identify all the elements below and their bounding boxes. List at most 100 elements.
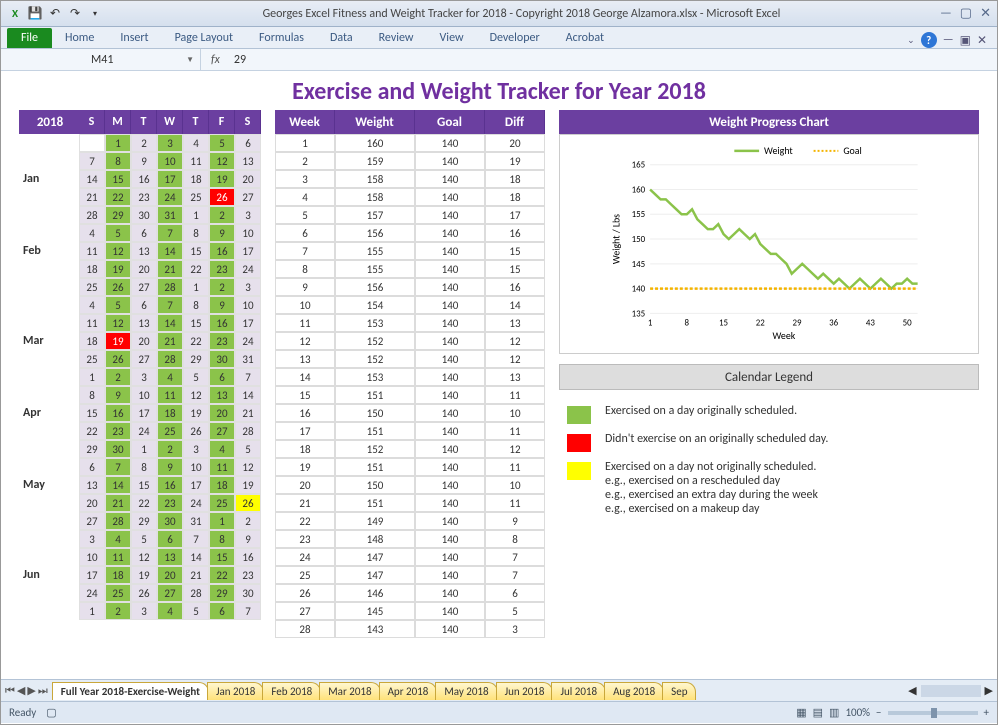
table-cell[interactable]: 157 [335, 206, 415, 224]
calendar-cell[interactable]: 11 [79, 242, 105, 260]
table-cell[interactable]: 140 [415, 566, 485, 584]
table-cell[interactable]: 148 [335, 530, 415, 548]
calendar-cell[interactable]: 16 [209, 242, 235, 260]
table-cell[interactable]: 154 [335, 296, 415, 314]
calendar-cell[interactable]: 26 [235, 494, 261, 512]
calendar-cell[interactable]: 14 [157, 242, 183, 260]
calendar-cell[interactable]: 11 [157, 386, 183, 404]
calendar-cell[interactable]: 23 [157, 494, 183, 512]
calendar-cell[interactable]: 17 [79, 566, 105, 584]
table-cell[interactable]: 153 [335, 368, 415, 386]
calendar-cell[interactable]: 5 [183, 602, 209, 620]
name-box[interactable]: M41 ▼ [1, 49, 201, 70]
calendar-cell[interactable]: 22 [131, 494, 157, 512]
calendar-cell[interactable]: 15 [209, 548, 235, 566]
calendar-cell[interactable]: 1 [183, 278, 209, 296]
calendar-cell[interactable]: 30 [105, 440, 131, 458]
zoom-slider[interactable] [888, 711, 978, 715]
table-cell[interactable]: 140 [415, 242, 485, 260]
calendar-cell[interactable]: 22 [79, 422, 105, 440]
table-cell[interactable]: 19 [485, 152, 545, 170]
table-cell[interactable]: 140 [415, 188, 485, 206]
calendar-cell[interactable]: 12 [105, 242, 131, 260]
table-cell[interactable]: 13 [485, 368, 545, 386]
table-cell[interactable]: 23 [275, 530, 335, 548]
table-cell[interactable]: 140 [415, 476, 485, 494]
calendar-cell[interactable]: 2 [157, 440, 183, 458]
close-button[interactable]: ✕ [980, 6, 991, 21]
calendar-cell[interactable]: 22 [183, 332, 209, 350]
table-cell[interactable]: 7 [275, 242, 335, 260]
table-cell[interactable]: 151 [335, 386, 415, 404]
ribbon-tab-page-layout[interactable]: Page Layout [162, 28, 246, 48]
table-cell[interactable]: 21 [275, 494, 335, 512]
table-cell[interactable]: 26 [275, 584, 335, 602]
calendar-cell[interactable]: 9 [235, 530, 261, 548]
calendar-cell[interactable]: 21 [157, 260, 183, 278]
calendar-cell[interactable]: 26 [183, 422, 209, 440]
calendar-cell[interactable]: 27 [209, 422, 235, 440]
table-cell[interactable]: 149 [335, 512, 415, 530]
maximize-button[interactable]: ▢ [960, 6, 972, 21]
calendar-cell[interactable]: 5 [105, 224, 131, 242]
qat-more-icon[interactable]: ▾ [87, 6, 103, 22]
calendar-cell[interactable]: 19 [105, 260, 131, 278]
calendar-cell[interactable]: 19 [131, 566, 157, 584]
calendar-cell[interactable]: 23 [235, 566, 261, 584]
calendar-cell[interactable]: 18 [209, 476, 235, 494]
calendar-cell[interactable]: 20 [131, 332, 157, 350]
macro-record-icon[interactable]: ▢ [46, 706, 56, 719]
table-cell[interactable]: 12 [485, 350, 545, 368]
table-cell[interactable]: 140 [415, 494, 485, 512]
calendar-cell[interactable]: 6 [131, 296, 157, 314]
calendar-cell[interactable]: 8 [209, 530, 235, 548]
table-cell[interactable]: 20 [275, 476, 335, 494]
calendar-cell[interactable]: 20 [79, 494, 105, 512]
calendar-cell[interactable]: 31 [235, 350, 261, 368]
horizontal-scrollbar[interactable] [921, 685, 981, 697]
calendar-cell[interactable]: 5 [235, 440, 261, 458]
table-cell[interactable]: 151 [335, 458, 415, 476]
table-cell[interactable]: 140 [415, 350, 485, 368]
table-cell[interactable]: 10 [485, 476, 545, 494]
calendar-cell[interactable]: 29 [183, 350, 209, 368]
tab-nav-prev-icon[interactable]: ◀ [17, 684, 25, 698]
calendar-cell[interactable]: 18 [157, 404, 183, 422]
table-cell[interactable]: 6 [275, 224, 335, 242]
calendar-cell[interactable]: 4 [157, 368, 183, 386]
calendar-cell[interactable]: 30 [131, 206, 157, 224]
table-cell[interactable]: 19 [275, 458, 335, 476]
calendar-cell[interactable]: 24 [131, 422, 157, 440]
table-cell[interactable]: 151 [335, 494, 415, 512]
table-cell[interactable]: 147 [335, 548, 415, 566]
table-cell[interactable]: 10 [275, 296, 335, 314]
sheet-tab[interactable]: Jul 2018 [551, 682, 606, 700]
table-cell[interactable]: 140 [415, 386, 485, 404]
calendar-cell[interactable]: 23 [105, 422, 131, 440]
table-cell[interactable]: 7 [485, 548, 545, 566]
calendar-cell[interactable]: 11 [183, 152, 209, 170]
calendar-cell[interactable]: 19 [105, 332, 131, 350]
table-cell[interactable]: 140 [415, 404, 485, 422]
calendar-cell[interactable]: 10 [157, 152, 183, 170]
table-cell[interactable]: 15 [485, 260, 545, 278]
table-cell[interactable]: 18 [485, 188, 545, 206]
calendar-cell[interactable]: 31 [183, 512, 209, 530]
calendar-cell[interactable]: 22 [209, 566, 235, 584]
calendar-cell[interactable]: 27 [131, 278, 157, 296]
calendar-cell[interactable]: 18 [79, 332, 105, 350]
calendar-cell[interactable]: 27 [131, 350, 157, 368]
horizontal-scroll-left-icon[interactable]: ◀ [904, 684, 920, 697]
sheet-tab[interactable]: Feb 2018 [262, 682, 321, 700]
calendar-cell[interactable]: 17 [157, 170, 183, 188]
view-normal-icon[interactable]: ▦ [796, 706, 806, 719]
zoom-out-button[interactable]: − [876, 706, 881, 719]
calendar-cell[interactable]: 2 [105, 368, 131, 386]
calendar-cell[interactable]: 10 [235, 296, 261, 314]
file-tab[interactable]: File [7, 28, 52, 48]
table-cell[interactable]: 11 [275, 314, 335, 332]
table-cell[interactable]: 4 [275, 188, 335, 206]
calendar-cell[interactable]: 20 [235, 170, 261, 188]
table-cell[interactable]: 152 [335, 332, 415, 350]
sheet-tab[interactable]: Apr 2018 [379, 682, 438, 700]
